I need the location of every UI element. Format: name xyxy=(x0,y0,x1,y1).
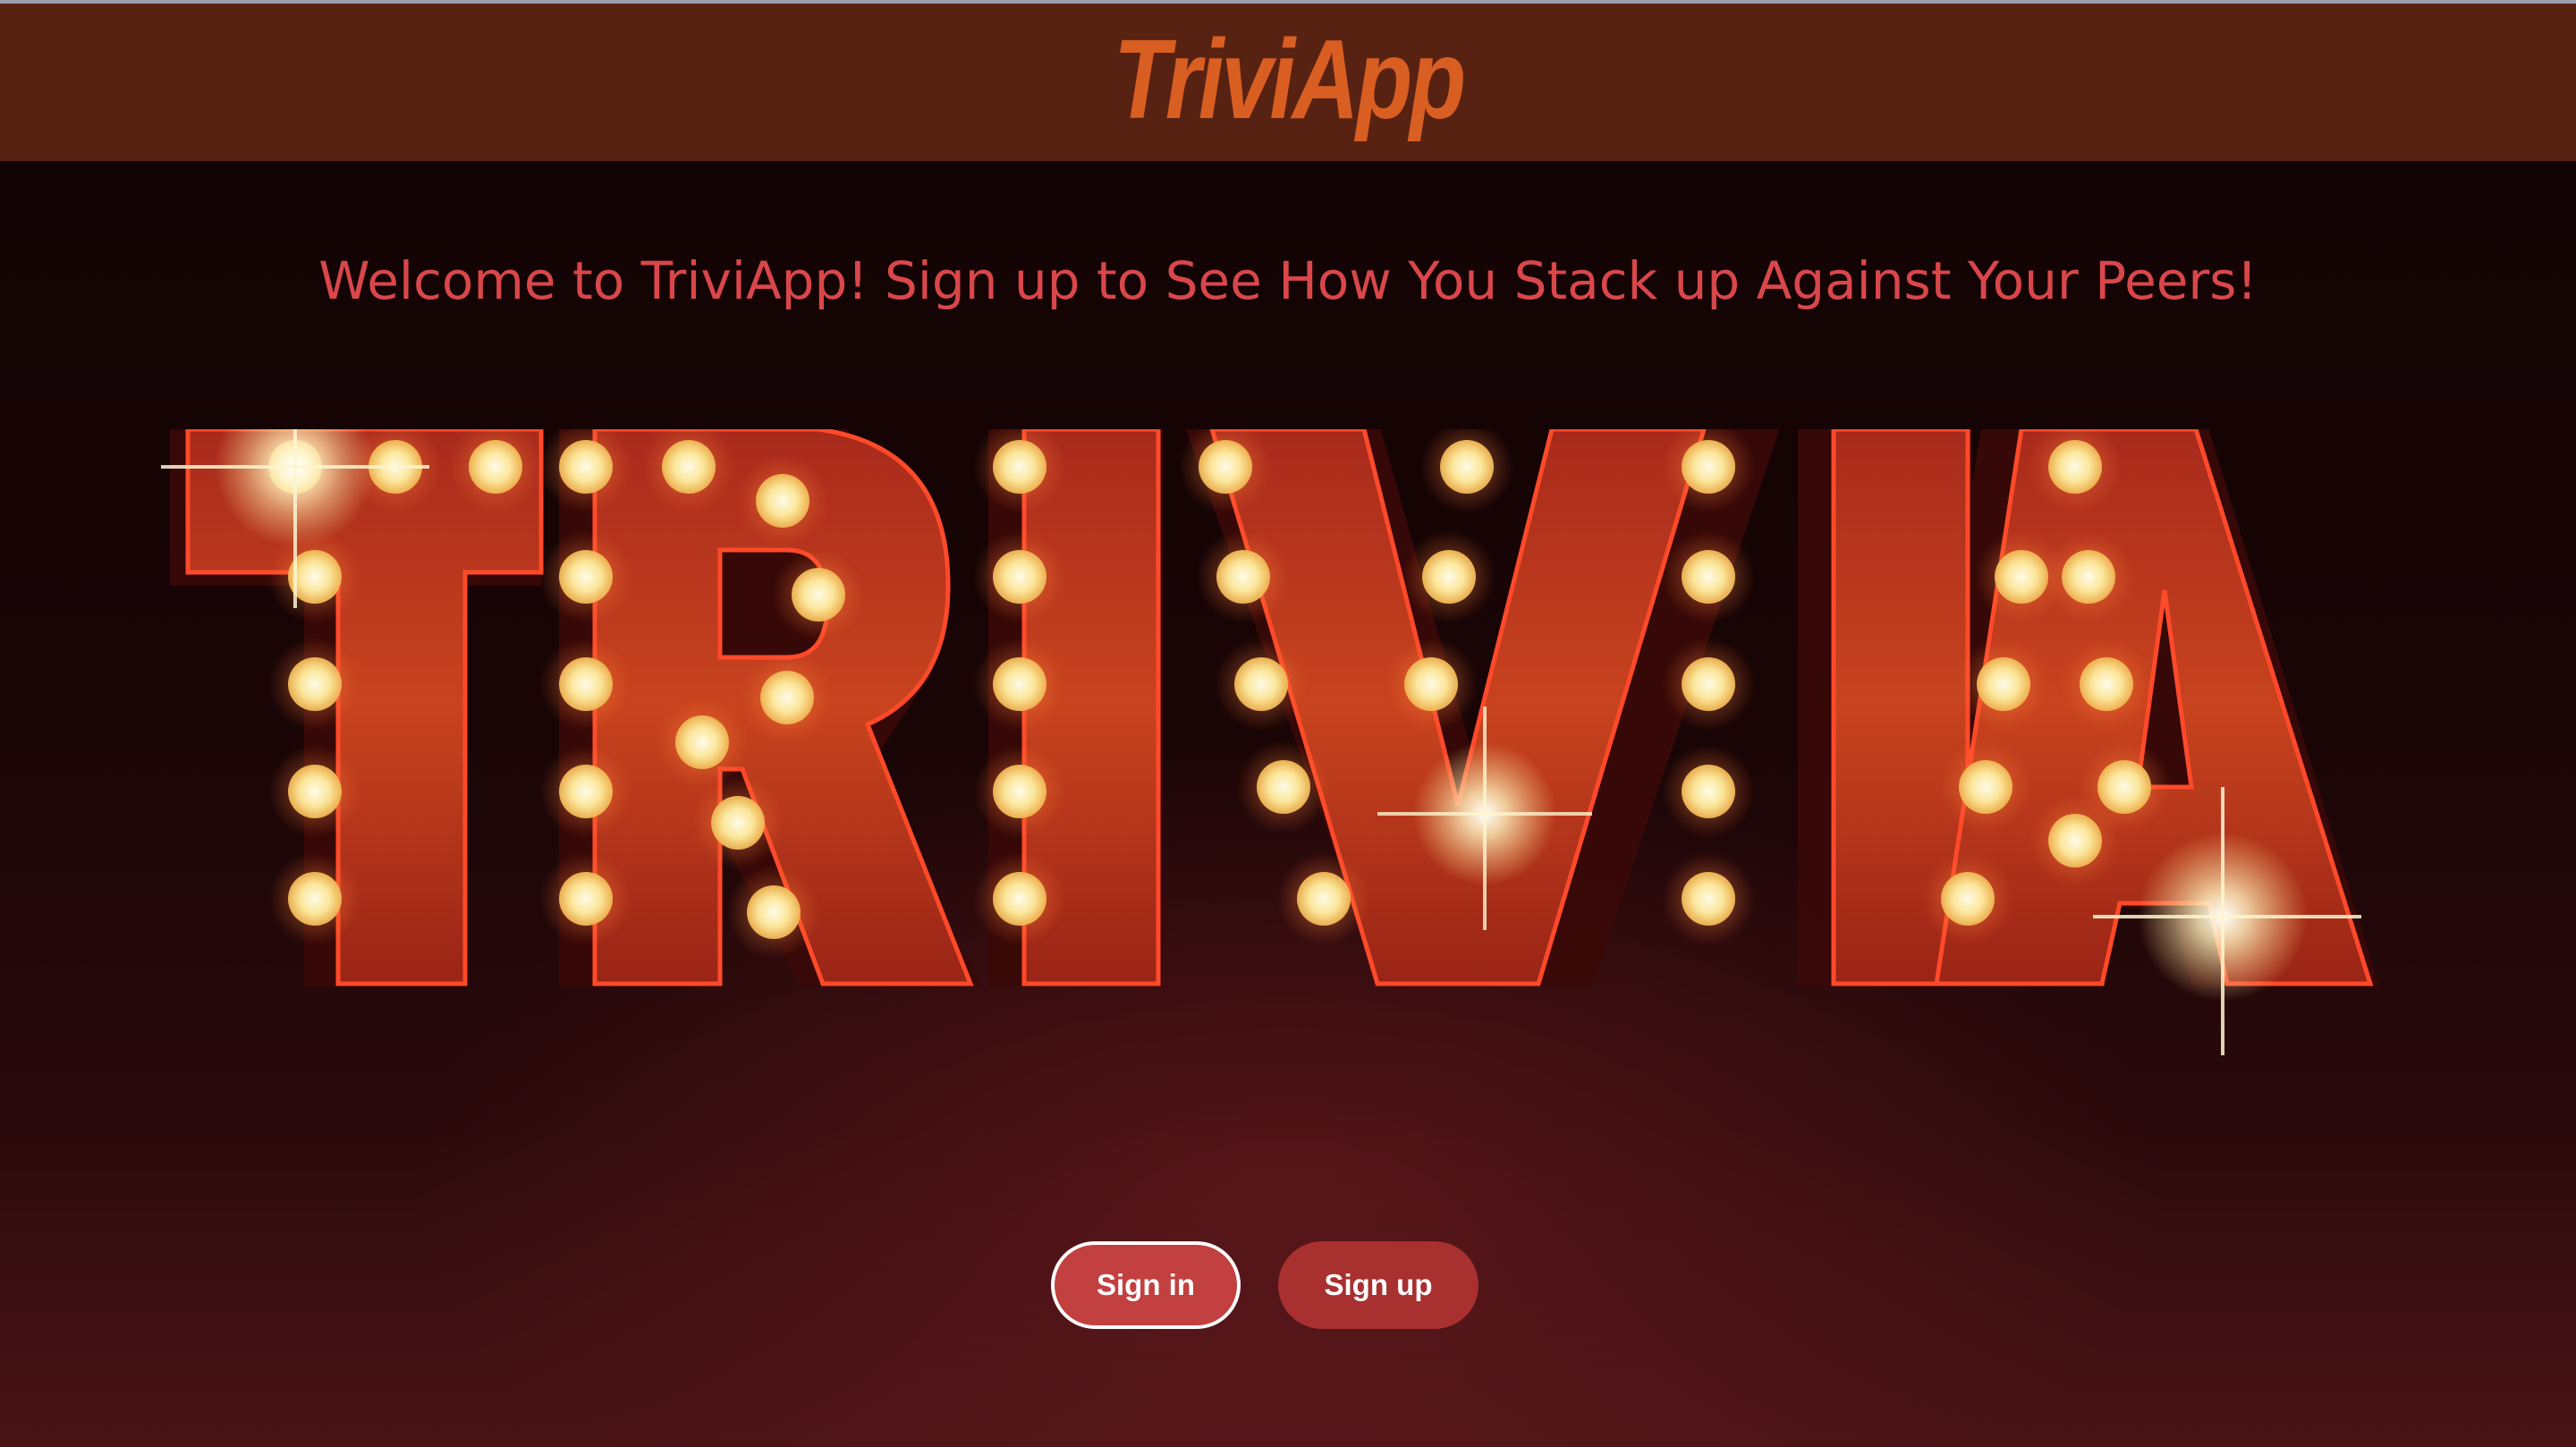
marquee-bulb xyxy=(711,796,765,850)
marquee-bulb xyxy=(792,568,845,622)
trivia-marquee-image xyxy=(161,429,2415,1234)
marquee-bulb xyxy=(1422,550,1476,604)
hero-section: Welcome to TriviApp! Sign up to See How … xyxy=(0,161,2576,1447)
marquee-bulb xyxy=(288,657,342,711)
marquee-bulb xyxy=(1297,872,1351,926)
marquee-bulb xyxy=(2048,814,2102,867)
marquee-bulb xyxy=(993,765,1046,818)
app-header: TriviApp xyxy=(0,4,2576,161)
marquee-bulb xyxy=(1682,550,1735,604)
marquee-bulb xyxy=(993,657,1046,711)
marquee-bulb xyxy=(747,885,801,939)
marquee-bulb xyxy=(993,440,1046,494)
marquee-bulb xyxy=(756,474,809,528)
marquee-bulb xyxy=(469,440,522,494)
marquee-bulb xyxy=(559,550,613,604)
marquee-bulb xyxy=(559,765,613,818)
marquee-bulb xyxy=(2048,440,2102,494)
marquee-bulb xyxy=(1977,657,2030,711)
sign-up-button[interactable]: Sign up xyxy=(1278,1241,1479,1329)
marquee-bulb xyxy=(1682,765,1735,818)
marquee-bulb xyxy=(1234,657,1288,711)
app-logo[interactable]: TriviApp xyxy=(1114,23,1466,136)
marquee-bulb xyxy=(2062,550,2115,604)
marquee-bulb xyxy=(2080,657,2133,711)
marquee-bulb xyxy=(993,872,1046,926)
marquee-bulb xyxy=(1682,657,1735,711)
marquee-bulb xyxy=(559,657,613,711)
welcome-message: Welcome to TriviApp! Sign up to See How … xyxy=(318,250,2258,311)
marquee-bulb xyxy=(1682,440,1735,494)
marquee-bulb xyxy=(662,440,716,494)
marquee-bulb xyxy=(993,550,1046,604)
marquee-bulb xyxy=(1404,657,1458,711)
marquee-bulb xyxy=(1995,550,2048,604)
auth-buttons: Sign in Sign up xyxy=(0,1241,2576,1329)
marquee-bulb xyxy=(1216,550,1270,604)
marquee-bulb xyxy=(1440,440,1494,494)
marquee-bulb xyxy=(1682,872,1735,926)
marquee-bulb xyxy=(675,715,729,769)
marquee-bulb xyxy=(559,440,613,494)
marquee-bulb xyxy=(288,872,342,926)
marquee-bulb xyxy=(288,765,342,818)
marquee-bulb xyxy=(760,671,814,724)
marquee-bulb xyxy=(1257,760,1310,814)
marquee-bulb xyxy=(1959,760,2012,814)
page: TriviApp Welcome to TriviApp! Sign up to… xyxy=(0,0,2576,1447)
sign-in-button[interactable]: Sign in xyxy=(1051,1241,1241,1329)
marquee-bulb xyxy=(559,872,613,926)
marquee-bulb xyxy=(1199,440,1252,494)
marquee-bulb xyxy=(1941,872,1995,926)
